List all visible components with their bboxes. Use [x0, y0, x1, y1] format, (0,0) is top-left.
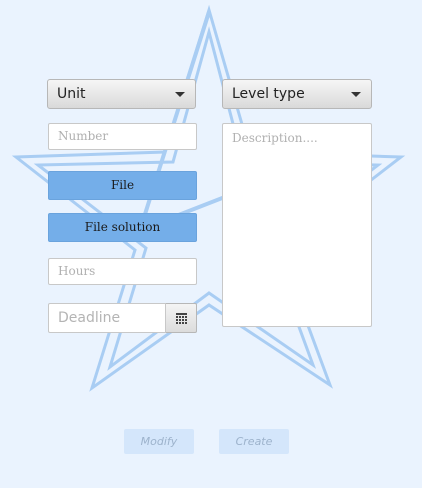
calendar-button[interactable] [166, 303, 197, 333]
hours-field[interactable]: Hours [48, 258, 197, 285]
chevron-down-icon [351, 92, 361, 97]
number-field[interactable]: Number [48, 123, 197, 150]
create-button-label: Create [235, 435, 273, 448]
file-solution-button-label: File solution [84, 220, 161, 234]
calendar-icon [176, 313, 187, 324]
description-placeholder: Description.... [232, 131, 318, 145]
number-placeholder: Number [58, 129, 109, 143]
unit-combobox-value: Unit [57, 86, 86, 102]
level-type-combobox-value: Level type [232, 86, 305, 102]
file-button-label: File [110, 178, 135, 192]
modify-button[interactable]: Modify [124, 429, 194, 454]
level-type-combobox[interactable]: Level type [222, 79, 372, 109]
create-button[interactable]: Create [219, 429, 289, 454]
file-button[interactable]: File [48, 171, 197, 200]
description-field[interactable]: Description.... [222, 123, 372, 327]
modify-button-label: Modify [140, 435, 178, 448]
hours-placeholder: Hours [58, 264, 96, 278]
chevron-down-icon [175, 92, 185, 97]
file-solution-button[interactable]: File solution [48, 213, 197, 242]
deadline-field[interactable]: Deadline [48, 303, 166, 333]
unit-combobox[interactable]: Unit [47, 79, 196, 109]
deadline-placeholder: Deadline [58, 310, 121, 326]
